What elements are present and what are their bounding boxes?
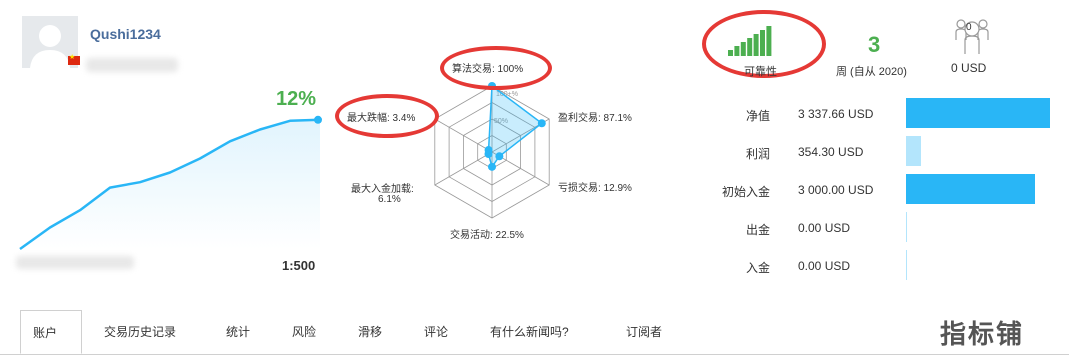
stat-bar <box>906 174 1036 204</box>
growth-area <box>20 119 320 249</box>
weeks-count: 3 <box>868 32 881 57</box>
weeks-label: 周 (自从 2020) <box>836 66 907 78</box>
stat-row-deposits: 入金 0.00 USD <box>700 250 1060 288</box>
radar-point <box>537 119 546 128</box>
highlight-drawdown <box>335 94 439 138</box>
stat-label: 出金 <box>745 223 770 237</box>
blurred-name <box>86 58 178 72</box>
radar-point <box>495 152 504 161</box>
radar-label-load: 最大入金加载: <box>351 184 414 195</box>
stat-bar <box>906 250 907 280</box>
tab-risks[interactable]: 风险 <box>292 310 316 354</box>
reliability-bar <box>734 46 740 56</box>
stat-bar <box>906 212 907 242</box>
stat-value: 3 337.66 USD <box>798 107 874 121</box>
stat-row-profit: 利润 354.30 USD <box>700 136 1060 174</box>
stat-value: 354.30 USD <box>798 145 864 159</box>
radar-label-loss: 亏损交易: 12.9% <box>558 183 632 194</box>
stat-label: 净值 <box>745 109 770 123</box>
stat-row-withdrawals: 出金 0.00 USD <box>700 212 1060 250</box>
watermark-text: 指标铺 <box>940 319 1025 349</box>
stat-bar <box>906 136 922 166</box>
tab-bar: 账户 交易历史记录 统计 风险 滑移 评论 有什么新闻吗? 订阅者 <box>0 310 1069 355</box>
tab-statistics[interactable]: 统计 <box>226 310 250 354</box>
radar-label-activity: 交易活动: 22.5% <box>450 230 524 241</box>
leverage-value: 1:500 <box>282 258 316 273</box>
stat-value: 0.00 USD <box>798 221 851 235</box>
radar-chart: 100+%50% <box>434 82 550 219</box>
tab-trade-history[interactable]: 交易历史记录 <box>104 310 176 354</box>
growth-chart <box>19 115 322 251</box>
stat-row-equity: 净值 3 337.66 USD <box>700 98 1060 136</box>
tab-slippage[interactable]: 滑移 <box>358 310 382 354</box>
stat-bar <box>906 98 1050 128</box>
subscribers-value: 0 USD <box>951 61 987 75</box>
username-link[interactable]: Qushi1234 <box>90 26 161 42</box>
stat-label: 利润 <box>745 147 770 161</box>
china-flag-icon <box>68 53 80 65</box>
radar-point <box>488 162 496 171</box>
subscribers-icon <box>955 19 989 54</box>
reliability-bar <box>760 30 765 56</box>
tab-account[interactable]: 账户 <box>20 310 82 354</box>
reliability-bar <box>740 42 746 56</box>
reliability-bar <box>766 26 772 56</box>
radar-point <box>484 146 493 155</box>
radar-label-load-value: 6.1% <box>378 194 401 205</box>
reliability-bar <box>728 50 733 56</box>
stat-value: 3 000.00 USD <box>798 183 874 197</box>
growth-percent: 12% <box>276 88 317 110</box>
stat-value: 0.00 USD <box>798 259 851 273</box>
subscribers-count: 0 <box>966 22 972 33</box>
tab-news[interactable]: 有什么新闻吗? <box>490 310 569 354</box>
stat-row-initial-deposit: 初始入金 3 000.00 USD <box>700 174 1060 212</box>
reliability-label: 可靠性 <box>744 66 777 78</box>
reliability-bar <box>753 34 759 56</box>
highlight-algo <box>440 46 552 90</box>
tab-subscribers[interactable]: 订阅者 <box>626 310 662 354</box>
stat-label: 入金 <box>745 261 770 275</box>
radar-label-profit: 盈利交易: 87.1% <box>558 113 632 124</box>
reliability-bar <box>747 38 753 56</box>
growth-end-point <box>314 115 322 124</box>
tab-reviews[interactable]: 评论 <box>424 310 448 354</box>
reliability-bars-icon <box>728 26 772 56</box>
blurred-broker <box>16 256 134 269</box>
stat-label: 初始入金 <box>721 185 770 199</box>
